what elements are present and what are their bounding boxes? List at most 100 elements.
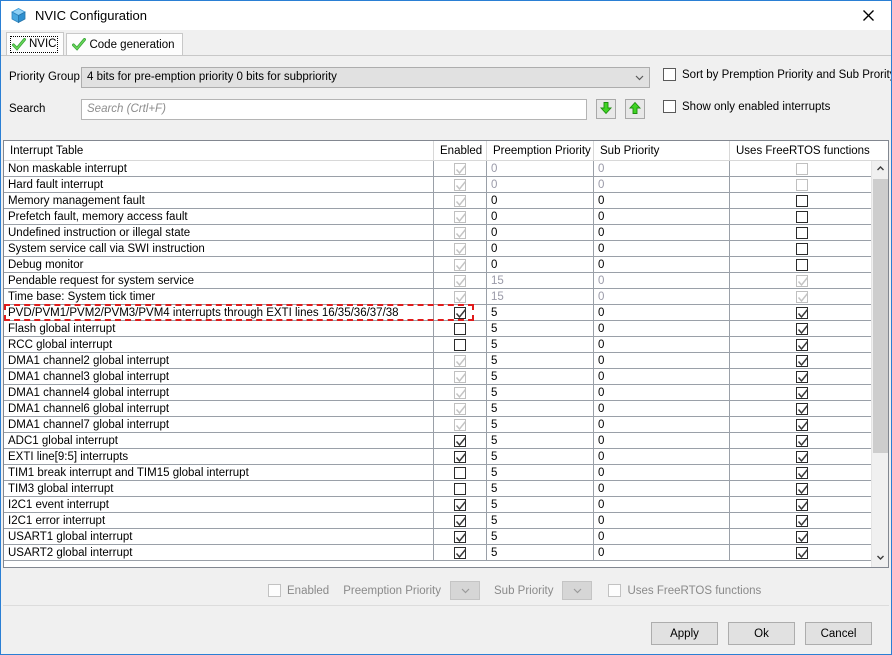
table-row[interactable]: USART2 global interrupt 5 0 <box>4 545 888 561</box>
preemption-priority-cell[interactable]: 5 <box>487 465 594 480</box>
sub-priority-cell[interactable]: 0 <box>594 241 730 256</box>
uses-freertos-cell-checkbox[interactable] <box>730 241 873 256</box>
uses-freertos-cell-checkbox[interactable] <box>730 513 873 528</box>
uses-freertos-cell-checkbox[interactable] <box>730 209 873 224</box>
preemption-priority-cell[interactable]: 0 <box>487 161 594 176</box>
tab-nvic[interactable]: NVIC <box>6 32 65 55</box>
sub-priority-cell[interactable]: 0 <box>594 289 730 304</box>
cancel-button[interactable]: Cancel <box>805 622 872 645</box>
uses-freertos-cell-checkbox[interactable] <box>730 257 873 272</box>
uses-freertos-cell-checkbox[interactable] <box>730 177 873 192</box>
uses-freertos-cell-checkbox[interactable] <box>730 273 873 288</box>
enabled-cell-checkbox[interactable] <box>434 161 487 176</box>
column-header[interactable]: Interrupt Table <box>4 141 434 161</box>
table-row[interactable]: USART1 global interrupt 5 0 <box>4 529 888 545</box>
table-row[interactable]: Time base: System tick timer 15 0 <box>4 289 888 305</box>
sub-priority-cell[interactable]: 0 <box>594 385 730 400</box>
sub-priority-cell[interactable]: 0 <box>594 305 730 320</box>
preemption-priority-cell[interactable]: 5 <box>487 401 594 416</box>
search-input[interactable] <box>81 98 587 120</box>
enabled-cell-checkbox[interactable] <box>434 353 487 368</box>
uses-freertos-checkbox[interactable]: Uses FreeRTOS functions <box>608 584 761 597</box>
table-row[interactable]: Hard fault interrupt 0 0 <box>4 177 888 193</box>
uses-freertos-cell-checkbox[interactable] <box>730 289 873 304</box>
apply-button[interactable]: Apply <box>651 622 718 645</box>
uses-freertos-cell-checkbox[interactable] <box>730 337 873 352</box>
table-row[interactable]: Flash global interrupt 5 0 <box>4 321 888 337</box>
tab-code-generation[interactable]: Code generation <box>66 33 183 55</box>
preemption-priority-cell[interactable]: 0 <box>487 193 594 208</box>
enabled-cell-checkbox[interactable] <box>434 257 487 272</box>
preemption-priority-cell[interactable]: 5 <box>487 417 594 432</box>
table-row[interactable]: PVD/PVM1/PVM2/PVM3/PVM4 interrupts throu… <box>4 304 888 321</box>
uses-freertos-cell-checkbox[interactable] <box>730 529 873 544</box>
close-icon[interactable] <box>846 1 891 30</box>
sub-priority-cell[interactable]: 0 <box>594 369 730 384</box>
table-row[interactable]: Undefined instruction or illegal state 0 0 <box>4 225 888 241</box>
enabled-cell-checkbox[interactable] <box>434 321 487 336</box>
enabled-cell-checkbox[interactable] <box>434 385 487 400</box>
uses-freertos-cell-checkbox[interactable] <box>730 321 873 336</box>
uses-freertos-cell-checkbox[interactable] <box>730 305 873 320</box>
sub-priority-cell[interactable]: 0 <box>594 209 730 224</box>
table-row[interactable]: DMA1 channel7 global interrupt 5 0 <box>4 417 888 433</box>
table-row[interactable]: DMA1 channel6 global interrupt 5 0 <box>4 401 888 417</box>
enabled-cell-checkbox[interactable] <box>434 193 487 208</box>
sort-by-premption-checkbox[interactable]: Sort by Premption Priority and Sub Prori… <box>663 68 891 81</box>
preemption-priority-cell[interactable]: 15 <box>487 289 594 304</box>
enabled-cell-checkbox[interactable] <box>434 177 487 192</box>
sub-priority-cell[interactable]: 0 <box>594 513 730 528</box>
preemption-priority-cell[interactable]: 0 <box>487 177 594 192</box>
priority-group-select[interactable]: 4 bits for pre-emption priority 0 bits f… <box>81 66 650 88</box>
preemption-priority-cell[interactable]: 5 <box>487 497 594 512</box>
preemption-priority-select[interactable] <box>450 581 481 600</box>
sub-priority-cell[interactable]: 0 <box>594 257 730 272</box>
uses-freertos-cell-checkbox[interactable] <box>730 369 873 384</box>
table-row[interactable]: System service call via SWI instruction 0… <box>4 241 888 257</box>
table-row[interactable]: ADC1 global interrupt 5 0 <box>4 433 888 449</box>
uses-freertos-cell-checkbox[interactable] <box>730 401 873 416</box>
sub-priority-cell[interactable]: 0 <box>594 545 730 560</box>
preemption-priority-cell[interactable]: 5 <box>487 337 594 352</box>
uses-freertos-cell-checkbox[interactable] <box>730 481 873 496</box>
sub-priority-cell[interactable]: 0 <box>594 353 730 368</box>
table-row[interactable]: DMA1 channel3 global interrupt 5 0 <box>4 369 888 385</box>
uses-freertos-cell-checkbox[interactable] <box>730 225 873 240</box>
enabled-cell-checkbox[interactable] <box>434 529 487 544</box>
preemption-priority-cell[interactable]: 0 <box>487 225 594 240</box>
preemption-priority-cell[interactable]: 5 <box>487 369 594 384</box>
sub-priority-cell[interactable]: 0 <box>594 273 730 288</box>
enabled-cell-checkbox[interactable] <box>434 401 487 416</box>
sub-priority-cell[interactable]: 0 <box>594 481 730 496</box>
table-row[interactable]: Memory management fault 0 0 <box>4 193 888 209</box>
preemption-priority-cell[interactable]: 5 <box>487 321 594 336</box>
uses-freertos-cell-checkbox[interactable] <box>730 545 873 560</box>
enabled-cell-checkbox[interactable] <box>434 273 487 288</box>
enabled-cell-checkbox[interactable] <box>434 433 487 448</box>
table-row[interactable]: Pendable request for system service 15 0 <box>4 273 888 289</box>
find-previous-button[interactable] <box>625 99 645 119</box>
sub-priority-cell[interactable]: 0 <box>594 193 730 208</box>
find-next-button[interactable] <box>596 99 616 119</box>
table-row[interactable]: I2C1 event interrupt 5 0 <box>4 497 888 513</box>
enabled-cell-checkbox[interactable] <box>434 513 487 528</box>
sub-priority-cell[interactable]: 0 <box>594 337 730 352</box>
show-only-enabled-checkbox[interactable]: Show only enabled interrupts <box>663 100 830 113</box>
sub-priority-cell[interactable]: 0 <box>594 529 730 544</box>
sub-priority-cell[interactable]: 0 <box>594 433 730 448</box>
uses-freertos-cell-checkbox[interactable] <box>730 497 873 512</box>
enabled-checkbox[interactable]: Enabled <box>268 584 329 597</box>
preemption-priority-cell[interactable]: 0 <box>487 241 594 256</box>
sub-priority-cell[interactable]: 0 <box>594 497 730 512</box>
preemption-priority-cell[interactable]: 0 <box>487 209 594 224</box>
preemption-priority-cell[interactable]: 5 <box>487 513 594 528</box>
preemption-priority-cell[interactable]: 5 <box>487 481 594 496</box>
enabled-cell-checkbox[interactable] <box>434 481 487 496</box>
uses-freertos-cell-checkbox[interactable] <box>730 449 873 464</box>
table-row[interactable]: Non maskable interrupt 0 0 <box>4 161 888 177</box>
ok-button[interactable]: Ok <box>728 622 795 645</box>
scrollbar-thumb[interactable] <box>873 179 888 453</box>
uses-freertos-cell-checkbox[interactable] <box>730 433 873 448</box>
column-header[interactable]: Uses FreeRTOS functions <box>730 141 873 161</box>
sub-priority-cell[interactable]: 0 <box>594 177 730 192</box>
